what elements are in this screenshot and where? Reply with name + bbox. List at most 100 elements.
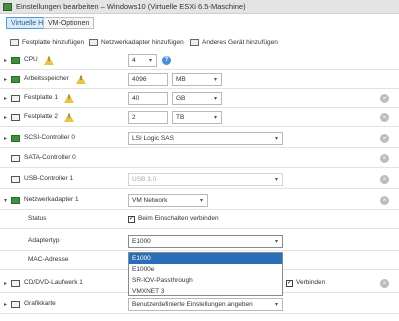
- cpu-value: 4: [132, 57, 136, 64]
- remove-icon[interactable]: ×: [380, 94, 389, 103]
- disk-icon: [11, 114, 20, 121]
- disk2-label: Festplatte 2: [24, 113, 58, 120]
- row-network-adapter: ▾ Netzwerkadapter 1 VM Network ▾ ×: [0, 191, 399, 210]
- nic-value: VM Network: [132, 197, 168, 204]
- remove-icon[interactable]: ×: [380, 113, 389, 122]
- remove-icon[interactable]: ×: [380, 134, 389, 143]
- row-graphics-card: ▸ Grafikkarte Benutzerdefinierte Einstel…: [0, 295, 399, 314]
- network-adapter-icon: [89, 39, 98, 46]
- chevron-down-icon: ▾: [213, 77, 217, 83]
- expand-caret-icon[interactable]: ▸: [4, 301, 7, 308]
- add-disk-label: Festplatte hinzufügen: [22, 39, 85, 46]
- cdrom-connect-label: Verbinden: [296, 279, 326, 286]
- network-select[interactable]: VM Network ▾: [128, 194, 208, 207]
- row-disk-1: ▸ Festplatte 1 40 GB ▾ ×: [0, 89, 399, 108]
- graphics-select[interactable]: Benutzerdefinierte Einstellungen angeben…: [128, 298, 283, 311]
- row-status: Status ✓ Beim Einschalten verbinden: [0, 210, 399, 229]
- warning-icon: [64, 94, 74, 103]
- usb-icon: [11, 176, 20, 183]
- scsi-label: SCSI-Controller 0: [24, 134, 75, 141]
- expand-caret-icon[interactable]: ▸: [4, 135, 7, 142]
- window-title: Einstellungen bearbeiten – Windows10 (Vi…: [16, 2, 246, 11]
- expand-caret-icon[interactable]: ▸: [4, 114, 7, 121]
- graphics-label: Grafikkarte: [24, 300, 56, 307]
- connect-at-power-on-label: Beim Einschalten verbinden: [138, 215, 219, 222]
- info-icon[interactable]: ?: [162, 56, 171, 65]
- memory-icon: [11, 76, 20, 83]
- disk1-size-input[interactable]: 40: [128, 92, 168, 105]
- dropdown-option-e1000[interactable]: E1000: [129, 253, 282, 264]
- chevron-down-icon: ▾: [274, 239, 278, 245]
- cpu-label: CPU: [24, 56, 38, 63]
- add-nic-button[interactable]: Netzwerkadapter hinzufügen: [89, 39, 184, 46]
- row-disk-2: ▸ Festplatte 2 2 TB ▾ ×: [0, 108, 399, 127]
- disk-icon: [11, 95, 20, 102]
- tab-vm-options[interactable]: VM-Optionen: [43, 17, 95, 29]
- dropdown-option-sr-iov[interactable]: SR-IOV-Passthrough: [129, 275, 282, 286]
- chevron-down-icon: ▾: [274, 302, 278, 308]
- collapse-caret-icon[interactable]: ▾: [4, 197, 7, 204]
- cdrom-label: CD/DVD-Laufwerk 1: [24, 279, 83, 286]
- expand-caret-icon[interactable]: ▸: [4, 76, 7, 83]
- mac-label: MAC-Adresse: [28, 256, 69, 263]
- memory-unit-value: MB: [176, 76, 186, 83]
- remove-icon[interactable]: ×: [380, 279, 389, 288]
- dropdown-option-e1000e[interactable]: E1000e: [129, 264, 282, 275]
- memory-unit-select[interactable]: MB ▾: [172, 73, 222, 86]
- adapter-type-select[interactable]: E1000 ▾: [128, 235, 283, 248]
- nic-label: Netzwerkadapter 1: [24, 196, 79, 203]
- usb-value: USB 3.0: [132, 176, 157, 183]
- toolbar: Festplatte hinzufügen Netzwerkadapter hi…: [0, 39, 399, 51]
- memory-input[interactable]: 4096: [128, 73, 168, 86]
- row-sata-controller: SATA-Controller 0 ×: [0, 149, 399, 168]
- disk1-label: Festplatte 1: [24, 94, 58, 101]
- adapter-type-dropdown-list: E1000 E1000e SR-IOV-Passthrough VMXNET 3: [128, 252, 283, 296]
- expand-caret-icon[interactable]: ▸: [4, 280, 7, 287]
- add-other-label: Anderes Gerät hinzufügen: [202, 39, 278, 46]
- add-disk-button[interactable]: Festplatte hinzufügen: [10, 39, 84, 46]
- row-memory: ▸ Arbeitsspeicher 4096 MB ▾: [0, 70, 399, 89]
- cdrom-icon: [11, 280, 20, 287]
- cpu-icon: [11, 57, 20, 64]
- row-scsi-controller: ▸ SCSI-Controller 0 LSI Logic SAS ▾ ×: [0, 129, 399, 148]
- network-adapter-icon: [11, 197, 20, 204]
- chevron-down-icon: ▾: [274, 136, 278, 142]
- warning-icon: [64, 113, 74, 122]
- remove-icon[interactable]: ×: [380, 154, 389, 163]
- scsi-type-select[interactable]: LSI Logic SAS ▾: [128, 132, 283, 145]
- warning-icon: [76, 75, 86, 84]
- add-other-device-button[interactable]: Anderes Gerät hinzufügen: [190, 39, 278, 46]
- graphics-value: Benutzerdefinierte Einstellungen angeben: [132, 301, 253, 308]
- disk2-unit-value: TB: [176, 114, 185, 121]
- disk2-unit-select[interactable]: TB ▾: [172, 111, 222, 124]
- expand-caret-icon[interactable]: ▸: [4, 57, 7, 64]
- remove-icon[interactable]: ×: [380, 175, 389, 184]
- chevron-down-icon: ▾: [213, 96, 217, 102]
- cdrom-connect-checkbox[interactable]: ✓: [286, 280, 293, 287]
- usb-label: USB-Controller 1: [24, 175, 74, 182]
- chevron-down-icon: ▾: [274, 177, 278, 183]
- memory-label: Arbeitsspeicher: [24, 75, 69, 82]
- dropdown-option-vmxnet3[interactable]: VMXNET 3: [129, 286, 282, 297]
- controller-icon: [11, 135, 20, 142]
- vm-icon: [3, 2, 12, 11]
- chevron-down-icon: ▾: [213, 115, 217, 121]
- warning-icon: [44, 56, 54, 65]
- sata-label: SATA-Controller 0: [24, 154, 76, 161]
- usb-type-select[interactable]: USB 3.0 ▾: [128, 173, 283, 186]
- display-icon: [11, 301, 20, 308]
- disk1-unit-select[interactable]: GB ▾: [172, 92, 222, 105]
- disk-icon: [10, 39, 19, 46]
- remove-icon[interactable]: ×: [380, 196, 389, 205]
- disk2-size-input[interactable]: 2: [128, 111, 168, 124]
- cpu-select[interactable]: 4 ▾: [128, 54, 157, 67]
- row-cpu: ▸ CPU 4 ▾ ?: [0, 51, 399, 70]
- connect-at-power-on-checkbox[interactable]: ✓: [128, 216, 135, 223]
- title-bar: Einstellungen bearbeiten – Windows10 (Vi…: [0, 0, 399, 14]
- add-nic-label: Netzwerkadapter hinzufügen: [101, 39, 184, 46]
- adapter-type-label: Adaptertyp: [28, 237, 60, 244]
- expand-caret-icon[interactable]: ▸: [4, 95, 7, 102]
- chevron-down-icon: ▾: [199, 198, 203, 204]
- row-usb-controller: USB-Controller 1 USB 3.0 ▾ ×: [0, 170, 399, 189]
- device-icon: [190, 39, 199, 46]
